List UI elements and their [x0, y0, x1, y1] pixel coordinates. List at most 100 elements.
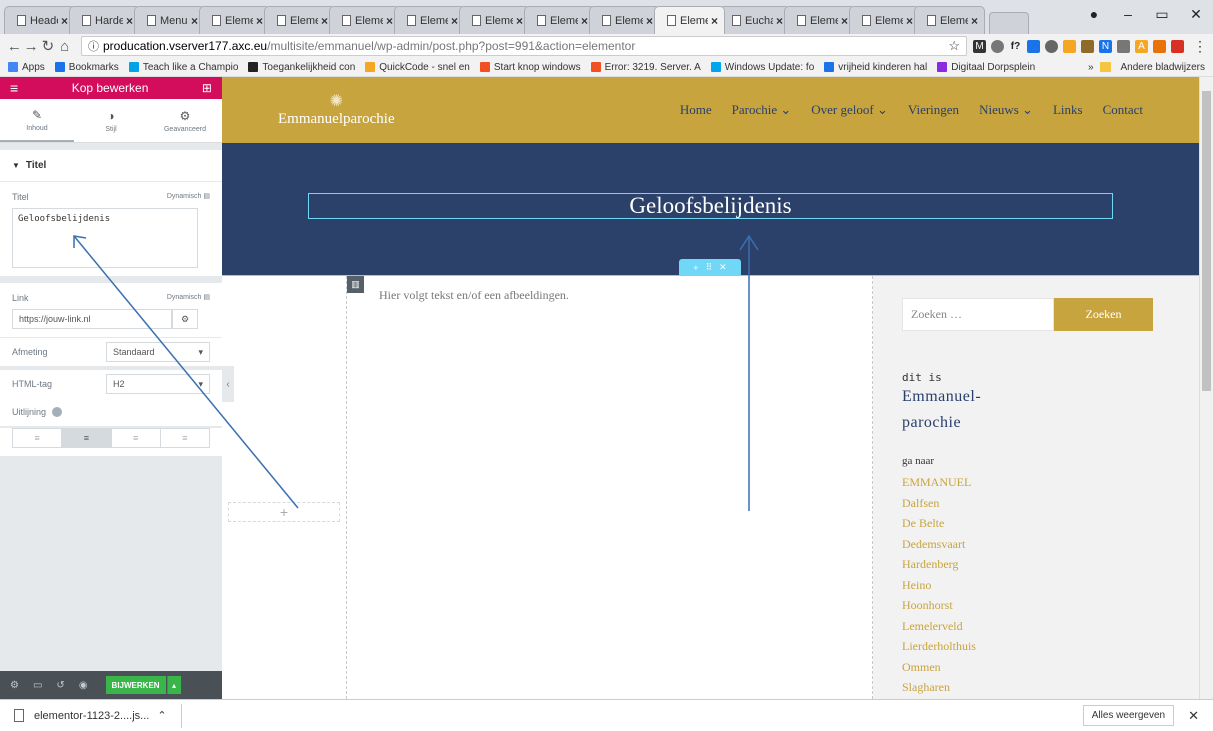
section-toggle[interactable]: ▼ Titel [0, 150, 222, 182]
column-handle-icon[interactable]: ▥ [347, 276, 364, 293]
menu-item[interactable]: Vieringen [908, 102, 959, 118]
other-bookmarks[interactable]: Andere bladwijzers [1121, 62, 1206, 73]
show-all-button[interactable]: Alles weergeven [1082, 705, 1175, 726]
add-section-icon[interactable]: + [693, 263, 698, 273]
extension-circle-icon[interactable] [991, 39, 1004, 53]
section-handle[interactable]: + ⠿ ✕ [679, 259, 741, 276]
align-center-icon[interactable]: ≡ [62, 429, 112, 447]
parish-link[interactable]: Heino [902, 575, 981, 596]
close-window-button[interactable]: ✕ [1179, 6, 1213, 23]
close-tab-icon[interactable]: × [711, 14, 718, 28]
profile-icon[interactable]: ● [1077, 6, 1111, 22]
hamburger-icon[interactable]: ≡ [10, 80, 18, 96]
panel-collapse-handle[interactable]: ‹ [222, 366, 234, 402]
bookmark-item[interactable]: Toegankelijkheid con [248, 62, 355, 73]
reload-button[interactable]: ↻ [40, 37, 57, 55]
column-left[interactable]: + [222, 276, 347, 699]
parish-link[interactable]: Hardenberg [902, 554, 981, 575]
link-options-gear-icon[interactable]: ⚙ [172, 309, 198, 329]
tab-advanced[interactable]: ⚙ Geavanceerd [148, 99, 222, 142]
align-justify-icon[interactable]: ≡ [161, 429, 209, 447]
close-tab-icon[interactable]: × [971, 14, 978, 28]
extension-cast-icon[interactable] [1027, 39, 1040, 53]
url-field[interactable]: ⓘ producation.vserver177.axc.eu /multisi… [81, 36, 967, 56]
bookmark-item[interactable]: Start knop windows [479, 62, 581, 73]
browser-tab[interactable]: Elemen × [199, 6, 270, 34]
close-tab-icon[interactable]: × [581, 14, 588, 28]
browser-tab[interactable]: Elemen × [654, 6, 725, 34]
download-file[interactable]: elementor-1123-2....js... [34, 710, 149, 722]
menu-item[interactable]: Contact [1103, 102, 1143, 118]
close-tab-icon[interactable]: × [646, 14, 653, 28]
responsive-icon[interactable] [52, 407, 63, 417]
close-tab-icon[interactable]: × [126, 14, 133, 28]
close-tab-icon[interactable]: × [61, 14, 68, 28]
menu-item[interactable]: Parochie ⌄ [732, 102, 792, 118]
search-input[interactable]: Zoeken … [902, 298, 1054, 331]
bookmark-item[interactable]: Digitaal Dorpsplein [937, 62, 1035, 73]
align-right-icon[interactable]: ≡ [112, 429, 161, 447]
close-tab-icon[interactable]: × [386, 14, 393, 28]
browser-tab[interactable]: Elemen × [849, 6, 920, 34]
browser-tab[interactable]: Elemen × [459, 6, 530, 34]
close-tab-icon[interactable]: × [841, 14, 848, 28]
download-chevron-icon[interactable]: ⌃ [157, 709, 166, 722]
extension-bulb-icon[interactable] [1063, 39, 1076, 53]
search-button[interactable]: Zoeken [1054, 298, 1153, 331]
menu-item[interactable]: Home [680, 102, 712, 118]
parish-link[interactable]: Dalfsen [902, 493, 981, 514]
close-tab-icon[interactable]: × [776, 14, 783, 28]
column-main[interactable]: ▥ Hier volgt tekst en/of een afbeeldinge… [347, 276, 873, 699]
site-logo[interactable]: ✺ Emmanuelparochie [278, 93, 395, 127]
responsive-mode-icon[interactable]: ▭ [33, 680, 42, 691]
maximize-button[interactable]: ▭ [1145, 6, 1179, 23]
bookmark-item[interactable]: Teach like a Champio [128, 62, 238, 73]
parish-link[interactable]: De Belte [902, 513, 981, 534]
bookmark-item[interactable]: vrijheid kinderen hal [824, 62, 927, 73]
new-tab-button[interactable] [989, 12, 1029, 34]
history-icon[interactable]: ↺ [56, 680, 64, 691]
browser-tab[interactable]: Header × [4, 6, 75, 34]
bookmark-item[interactable]: QuickCode - snel en [365, 62, 470, 73]
heading-widget[interactable]: Geloofsbelijdenis [308, 193, 1113, 219]
browser-tab[interactable]: Elemen × [524, 6, 595, 34]
browser-tab[interactable]: Harder × [69, 6, 140, 34]
extension-camera-icon[interactable] [1117, 39, 1130, 53]
add-widget-placeholder[interactable]: + [228, 502, 340, 522]
menu-dots-icon[interactable]: ⋮ [1193, 38, 1207, 55]
save-options-chevron-icon[interactable]: ▴ [166, 676, 181, 694]
extension-pin-icon[interactable] [1081, 39, 1094, 53]
extension-puzzle-icon[interactable] [1153, 39, 1166, 53]
parish-link[interactable]: Lemelerveld [902, 616, 981, 637]
title-textarea[interactable]: Geloofsbelijdenis [12, 208, 198, 268]
menu-item[interactable]: Links [1053, 102, 1083, 118]
size-select[interactable]: Standaard ▾ [106, 342, 210, 362]
drag-section-icon[interactable]: ⠿ [706, 262, 713, 273]
bookmark-item[interactable]: Error: 3219. Server. A [590, 62, 701, 73]
close-tab-icon[interactable]: × [516, 14, 523, 28]
close-download-bar-icon[interactable]: ✕ [1188, 708, 1199, 724]
browser-tab[interactable]: Menu × [134, 6, 205, 34]
settings-icon[interactable]: ⚙ [10, 680, 19, 691]
tag-select[interactable]: H2 ▾ [106, 374, 210, 394]
browser-tab[interactable]: Elemen × [329, 6, 400, 34]
browser-tab[interactable]: Elemen × [784, 6, 855, 34]
menu-item[interactable]: Over geloof ⌄ [811, 102, 888, 118]
parish-link[interactable]: Hoonhorst [902, 595, 981, 616]
parish-link[interactable]: Lierderholthuis [902, 636, 981, 657]
close-tab-icon[interactable]: × [451, 14, 458, 28]
align-left-icon[interactable]: ≡ [13, 429, 63, 447]
bookmarks-more[interactable]: » [1088, 62, 1094, 73]
menu-item[interactable]: Nieuws ⌄ [979, 102, 1033, 118]
tab-style[interactable]: ◑ Stijl [74, 99, 148, 142]
back-button[interactable]: ← [6, 38, 23, 55]
info-icon[interactable]: ⓘ [88, 38, 99, 54]
close-tab-icon[interactable]: × [906, 14, 913, 28]
parish-link[interactable]: Dedemsvaart [902, 534, 981, 555]
home-button[interactable]: ⌂ [56, 38, 73, 55]
bookmark-item[interactable]: Bookmarks [54, 62, 119, 73]
extension-new-icon[interactable]: N [1099, 39, 1112, 53]
browser-tab[interactable]: Elemen × [394, 6, 465, 34]
browser-tab[interactable]: Elemen × [589, 6, 660, 34]
bookmark-item[interactable]: Windows Update: fo [710, 62, 814, 73]
